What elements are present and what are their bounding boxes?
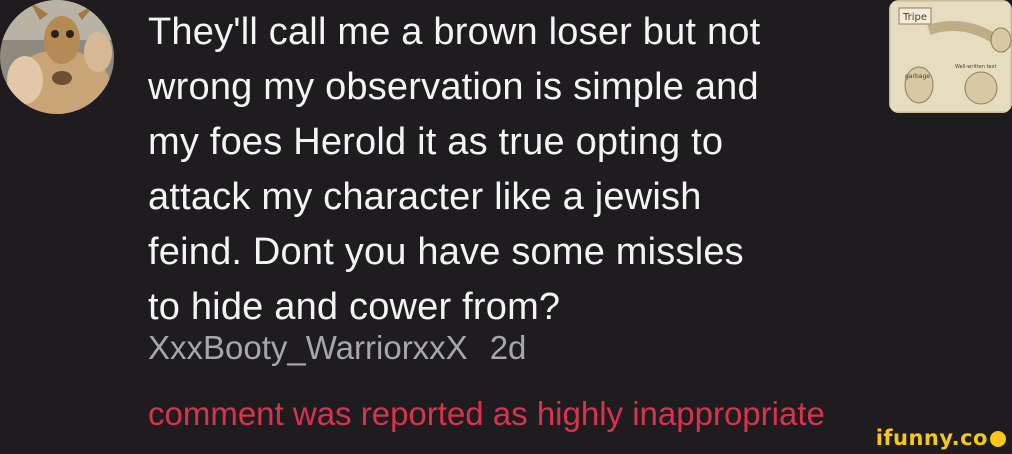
smile-icon: [990, 431, 1006, 447]
comment-meta: XxxBooty_WarriorxxX 2d: [148, 328, 526, 368]
comment-text-line: wrong my observation is simple and: [148, 66, 759, 108]
avatar[interactable]: [0, 0, 114, 114]
thumbnail-label-bottom: garbage: [905, 73, 930, 80]
timestamp: 2d: [489, 329, 527, 366]
thumbnail-label-top: Tripe: [902, 12, 927, 23]
username-link[interactable]: XxxBooty_WarriorxxX: [148, 329, 468, 366]
comment-text-line: attack my character like a jewish: [148, 176, 702, 218]
watermark-text: ifunny.co: [875, 426, 988, 450]
attached-meme-thumbnail[interactable]: Tripe garbage Well-written text: [889, 0, 1012, 113]
comment-text-line: feind. Dont you have some missles: [148, 231, 744, 273]
comment-text-line: my foes Herold it as true opting to: [148, 121, 724, 163]
comment-item: They'll call me a brown loser but not wr…: [0, 0, 1012, 454]
comment-text: They'll call me a brown loser but not wr…: [148, 5, 878, 335]
comment-text-line: to hide and cower from?: [148, 286, 561, 328]
ifunny-watermark-logo: ifunny.co: [876, 426, 1006, 450]
report-notice: comment was reported as highly inappropr…: [148, 395, 825, 432]
thumbnail-label-side: Well-written text: [955, 64, 997, 70]
comment-text-line: They'll call me a brown loser but not: [148, 11, 761, 53]
